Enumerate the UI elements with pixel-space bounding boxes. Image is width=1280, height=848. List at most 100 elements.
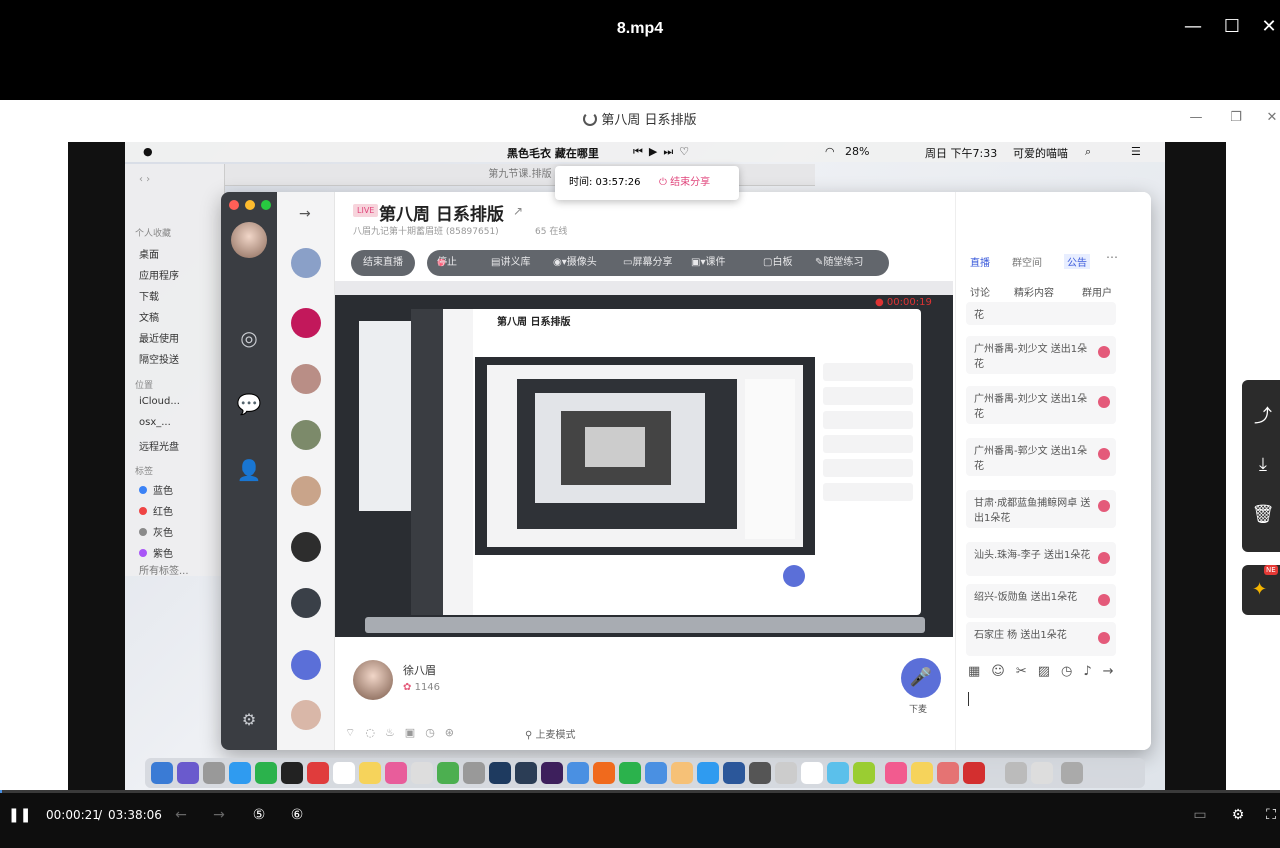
previous-icon[interactable]: ←	[170, 802, 192, 828]
search-dock-icon	[645, 762, 667, 784]
finder-item-downloads: 下载	[139, 292, 159, 303]
host-avatar	[353, 660, 393, 700]
calendar-dock-icon	[333, 762, 355, 784]
tag-purple: 紫色	[139, 545, 173, 560]
conversation-avatar	[291, 364, 321, 394]
side-toolbar: ⤴ ⤓ 🗑	[1242, 380, 1280, 552]
nested-level4	[535, 393, 705, 503]
gray-dot-icon	[139, 528, 147, 536]
planet-icon: ◎	[240, 326, 258, 350]
flower-icon	[1098, 346, 1110, 358]
flower-icon	[1098, 396, 1110, 408]
nested-level5	[561, 411, 671, 485]
current-time: 00:00:21	[46, 808, 100, 822]
nested-level6	[585, 427, 645, 467]
lightroom-dock-icon	[515, 762, 537, 784]
video-frame[interactable]: 第八周 日系排版 — ❐ ✕ ● 黑色毛衣 藏在哪里 ⏮▶⏭♡ ◠ 28% 周日…	[0, 100, 1280, 790]
subtitle-icon[interactable]: ▭	[1188, 802, 1212, 828]
appstore-dock-icon	[697, 762, 719, 784]
recorded-window-title: 第八周 日系排版	[601, 113, 697, 128]
conversation-avatar	[291, 532, 321, 562]
finder-sidebar: ‹ › 个人收藏 桌面 应用程序 下载 文稿 最近使用 隔空投送 位置 iClo…	[125, 164, 225, 577]
tab-announcement: 公告	[1064, 254, 1090, 269]
recording-indicator: ● 00:00:19	[875, 297, 932, 308]
maximize-button[interactable]: ☐	[1219, 14, 1245, 40]
photos-dock-icon	[385, 762, 407, 784]
next-icon[interactable]: →	[208, 802, 230, 828]
flower-icon: ✿	[403, 682, 412, 693]
progress-bar[interactable]	[0, 790, 1280, 793]
live-title: 第八周 日系排版	[379, 205, 504, 225]
recorded-restore-icon: ❐	[1230, 110, 1242, 125]
chat-tool-icons: ▦☺✂▨◷♪→	[968, 664, 1125, 679]
music-dock-icon	[885, 762, 907, 784]
gift-item: 广州番禺-郭少文 送出1朵花	[966, 438, 1116, 476]
flower-icon	[1098, 500, 1110, 512]
live-main: LIVE 第八周 日系排版 ↗ 八眉九记第十期蓄眉班 (85897651) 65…	[335, 192, 955, 750]
live-badge: LIVE	[353, 204, 379, 217]
mic-label: 下麦	[909, 705, 928, 715]
progress-fill	[0, 790, 3, 793]
close-button[interactable]: ✕	[1256, 14, 1280, 40]
nested-app-window: 第八周 日系排版	[411, 309, 921, 615]
conversation-avatar	[291, 420, 321, 450]
menubar-song: 黑色毛衣 藏在哪里	[507, 147, 599, 160]
wifi-icon: ◠	[825, 145, 835, 158]
finder-item-desktop: 桌面	[139, 250, 159, 261]
finder-item-remote-disc: 远程光盘	[139, 442, 179, 453]
new-badge: NE	[1264, 565, 1278, 575]
pdf-dock-icon	[963, 762, 985, 784]
apple-icon: ●	[143, 145, 153, 158]
wechat-dock-icon	[255, 762, 277, 784]
mac-desktop: ● 黑色毛衣 藏在哪里 ⏮▶⏭♡ ◠ 28% 周日 下午7:33 可爱的喵喵 ⌕…	[125, 142, 1165, 790]
delete-icon[interactable]: 🗑	[1250, 502, 1276, 528]
purple-dot-icon	[139, 549, 147, 557]
screen-share-button: ▭ 屏幕分享	[623, 257, 673, 268]
minimize-button[interactable]: —	[1180, 14, 1206, 40]
premiere-dock-icon	[541, 762, 563, 784]
recorded-minimize-icon: —	[1189, 110, 1203, 125]
menu-list-icon: ☰	[1131, 145, 1141, 158]
lecture-button: ▤ 讲义库	[491, 257, 531, 268]
end-share-button: ⏻ 结束分享	[659, 177, 711, 188]
pin-icon[interactable]: ✦	[1252, 579, 1267, 600]
finder-all-tags: 所有标签...	[139, 566, 189, 577]
conversation-avatar	[291, 588, 321, 618]
contacts-icon: 👤	[236, 458, 262, 482]
fullscreen-icon[interactable]: ⛶	[1262, 802, 1280, 828]
microphone-icon: 🎤	[901, 658, 941, 698]
folder-dock-icon	[1031, 762, 1053, 784]
close-dot-icon	[229, 200, 239, 210]
mode-label: ⚲ 上麦模式	[525, 730, 576, 741]
chat-icon: 💬	[236, 392, 262, 416]
app-dock-icon	[567, 762, 589, 784]
loading-icon	[583, 112, 598, 126]
right-panel: 直播 群空间 公告 ⋯ 讨论 精彩内容 群用户 花 广州番禺-刘少文 送出1朵花…	[955, 192, 1151, 750]
conversation-avatar	[291, 476, 321, 506]
total-time: 03:38:06	[108, 808, 162, 822]
tag-gray: 灰色	[139, 524, 173, 539]
rewind-5-icon[interactable]: ⑤	[246, 802, 272, 828]
recorded-close-icon: ✕	[1266, 110, 1278, 125]
nested-video	[475, 357, 815, 555]
app-dock-icon	[775, 762, 797, 784]
launchpad-dock-icon	[203, 762, 225, 784]
share-time: 时间: 03:57:26	[569, 177, 641, 188]
menubar-user: 可爱的喵喵	[1013, 147, 1068, 160]
utility-dock-icon	[463, 762, 485, 784]
word-dock-icon	[723, 762, 745, 784]
nested-rail	[411, 309, 443, 615]
textedit-dock-icon	[411, 762, 433, 784]
forward-5-icon[interactable]: ⑥	[284, 802, 310, 828]
mac-dock	[145, 758, 1145, 788]
notes-dock-icon	[359, 762, 381, 784]
finder-item-airdrop: 隔空投送	[139, 355, 179, 366]
settings-icon: ⚙	[241, 710, 257, 729]
pause-button[interactable]: ❚❚	[8, 802, 31, 828]
pin-tool[interactable]: ✦ NE	[1242, 565, 1280, 615]
settings-icon[interactable]: ⚙	[1226, 802, 1250, 828]
share-icon[interactable]: ⤴	[1250, 404, 1276, 430]
more-icon: ⋯	[1106, 250, 1118, 264]
finder-item-osx: osx_...	[139, 417, 171, 428]
download-icon[interactable]: ⤓	[1250, 452, 1276, 478]
